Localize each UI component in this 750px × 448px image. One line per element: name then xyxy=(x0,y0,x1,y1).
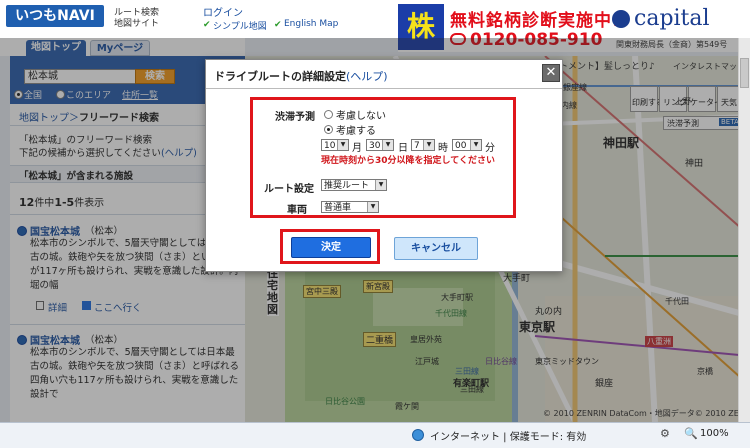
security-zone: インターネット | 保護モード: 有効 xyxy=(430,432,587,443)
chevron-down-icon: ▼ xyxy=(470,140,481,150)
use-traffic-radio[interactable] xyxy=(324,125,333,134)
no-traffic-label: 考慮しない xyxy=(336,111,386,122)
chevron-down-icon: ▼ xyxy=(423,140,434,150)
simple-map-link[interactable]: シンプル地図 xyxy=(213,19,267,32)
dialog-divider xyxy=(206,88,562,89)
zoom-level[interactable]: 100% xyxy=(700,428,729,439)
vehicle-label: 車両 xyxy=(287,205,307,216)
ok-highlight-box: 決定 xyxy=(280,229,380,264)
ad-headline: 無料銘柄診断実施中! xyxy=(450,11,621,31)
ok-button[interactable]: 決定 xyxy=(291,237,371,258)
day-unit: 日 xyxy=(398,143,408,154)
route-select[interactable]: 推奨ルート ▼ xyxy=(321,179,387,191)
cancel-button[interactable]: キャンセル xyxy=(394,237,478,260)
chevron-down-icon: ▼ xyxy=(382,140,393,150)
drive-route-settings-dialog: ドライブルートの詳細設定(ヘルプ) ✕ 渋滞予測 考慮しない 考慮する 10 ▼ … xyxy=(205,59,563,272)
globe-icon xyxy=(412,429,424,441)
vehicle-select[interactable]: 普通車 ▼ xyxy=(321,201,379,213)
month-unit: 月 xyxy=(352,143,362,154)
check-icon: ✔ xyxy=(203,20,211,30)
login-link[interactable]: ログイン xyxy=(203,4,243,19)
browser-status-bar: インターネット | 保護モード: 有効 ⚙ 🔍 100% xyxy=(0,422,750,448)
time-warning: 現在時刻から30分以降を指定してください xyxy=(321,156,495,166)
site-logo[interactable]: いつもNAVI xyxy=(6,5,104,27)
month-select[interactable]: 10 ▼ xyxy=(321,139,349,151)
day-select[interactable]: 30 ▼ xyxy=(366,139,394,151)
settings-icon[interactable]: ⚙ xyxy=(660,427,670,440)
english-map-link[interactable]: English Map xyxy=(284,19,338,29)
map-site-link[interactable]: 地図サイト xyxy=(114,16,159,29)
minute-select[interactable]: 00 ▼ xyxy=(452,139,482,151)
dialog-help-link[interactable]: (ヘルプ) xyxy=(346,70,388,83)
dialog-title: ドライブルートの詳細設定(ヘルプ) xyxy=(214,70,388,83)
chevron-down-icon: ▼ xyxy=(367,202,378,212)
ad-brand: capital xyxy=(634,6,710,31)
hour-select[interactable]: 7 ▼ xyxy=(411,139,435,151)
scrollbar-thumb[interactable] xyxy=(740,58,749,88)
capital-logo-icon xyxy=(612,10,630,28)
minute-unit: 分 xyxy=(485,143,495,154)
route-setting-label: ルート設定 xyxy=(264,184,314,195)
settings-highlight-box: 渋滞予測 考慮しない 考慮する 10 ▼ 月 30 ▼ 日 7 ▼ 時 00 ▼ 分 現… xyxy=(250,97,516,218)
zoom-icon[interactable]: 🔍 xyxy=(684,427,698,440)
check-icon: ✔ xyxy=(274,20,282,30)
chevron-down-icon: ▼ xyxy=(337,140,348,150)
page-scrollbar[interactable] xyxy=(738,38,750,422)
hour-unit: 時 xyxy=(438,143,448,154)
chevron-down-icon: ▼ xyxy=(375,180,386,190)
use-traffic-label: 考慮する xyxy=(336,126,376,137)
close-icon[interactable]: ✕ xyxy=(542,64,560,82)
traffic-prediction-label: 渋滞予測 xyxy=(275,112,315,123)
no-traffic-radio[interactable] xyxy=(324,110,333,119)
